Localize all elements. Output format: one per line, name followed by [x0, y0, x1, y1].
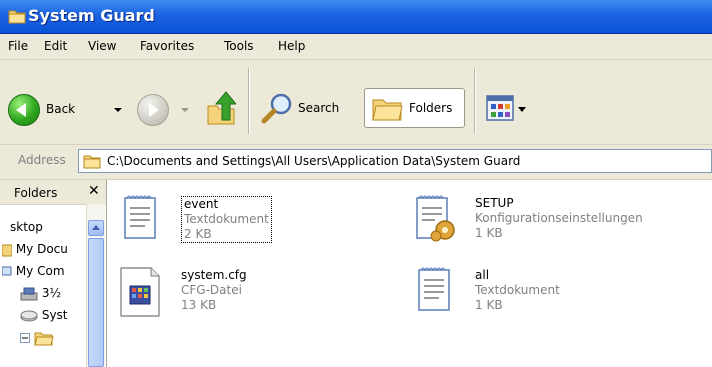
file-size: 1 KB	[475, 298, 503, 312]
title-bar[interactable]: System Guard	[0, 0, 712, 34]
views-button[interactable]	[485, 94, 535, 124]
file-name: all	[475, 268, 490, 282]
toolbar: Back Search Folders	[0, 60, 712, 145]
cfg-file-icon	[120, 267, 160, 317]
folder-open-icon	[34, 332, 54, 346]
folder-icon	[8, 10, 26, 24]
collapse-icon[interactable]	[20, 333, 30, 343]
file-list: event Textdokument 2 KB SETUP Konfigurat…	[107, 180, 712, 367]
folders-pane-header: Folders ✕	[0, 180, 106, 205]
forward-dropdown-icon[interactable]	[181, 108, 189, 112]
file-size: 2 KB	[184, 227, 212, 241]
close-icon[interactable]: ✕	[88, 183, 100, 199]
file-size: 13 KB	[181, 298, 217, 312]
tree-item-expanded-folder[interactable]	[20, 330, 54, 346]
magnifier-icon	[261, 93, 292, 124]
menu-edit[interactable]: Edit	[44, 39, 67, 53]
scroll-thumb[interactable]	[88, 238, 104, 367]
search-button[interactable]: Search	[258, 91, 354, 125]
scroll-up-icon[interactable]	[88, 220, 104, 236]
folder-icon	[83, 155, 101, 169]
floppy-drive-icon	[20, 287, 38, 300]
file-size: 1 KB	[475, 226, 503, 240]
folder-icon	[2, 244, 12, 256]
file-item-system-cfg[interactable]: system.cfg CFG-Datei 13 KB	[117, 264, 397, 330]
search-button-label: Search	[298, 101, 340, 115]
folder-up-icon[interactable]	[206, 90, 236, 126]
file-name: SETUP	[475, 196, 514, 210]
file-item-all[interactable]: all Textdokument 1 KB	[411, 264, 691, 330]
menu-view[interactable]: View	[88, 39, 116, 53]
forward-button[interactable]	[137, 94, 169, 126]
text-file-icon	[124, 195, 156, 239]
tree-item-floppy[interactable]: 3½	[20, 286, 61, 301]
tree-item-label: My Docu	[15, 242, 68, 256]
tree-item-my-documents[interactable]: My Docu	[2, 242, 68, 257]
menu-tools[interactable]: Tools	[224, 39, 254, 53]
address-label: Address	[18, 153, 66, 167]
folders-button-label: Folders	[409, 101, 453, 115]
text-file-icon	[418, 267, 450, 311]
menu-bar: File Edit View Favorites Tools Help	[0, 34, 712, 60]
folders-button[interactable]: Folders	[364, 88, 465, 128]
file-name: system.cfg	[181, 268, 247, 282]
views-icon	[486, 95, 526, 121]
tree-item-my-computer[interactable]: My Com	[2, 264, 65, 279]
file-item-event[interactable]: event Textdokument 2 KB	[117, 192, 397, 258]
back-dropdown-icon[interactable]	[114, 108, 122, 112]
file-type: CFG-Datei	[181, 283, 242, 297]
window-title: System Guard	[28, 6, 155, 25]
address-input[interactable]: C:\Documents and Settings\All Users\Appl…	[78, 149, 712, 173]
tree-item-label: sktop	[10, 220, 43, 234]
config-file-icon	[416, 195, 455, 242]
menu-file[interactable]: File	[8, 39, 28, 53]
back-arrow-icon	[8, 94, 40, 126]
explorer-window: System Guard File Edit View Favorites To…	[0, 0, 712, 367]
file-name: event	[184, 197, 219, 211]
file-type: Textdokument	[475, 283, 560, 297]
file-item-setup[interactable]: SETUP Konfigurationseinstellungen 1 KB	[411, 192, 691, 258]
address-bar: Address C:\Documents and Settings\All Us…	[0, 145, 712, 180]
menu-favorites[interactable]: Favorites	[140, 39, 194, 53]
tree-item-desktop[interactable]: sktop	[10, 220, 43, 234]
file-type: Textdokument	[184, 212, 269, 226]
hard-drive-icon	[20, 310, 38, 321]
tree-item-label: My Com	[15, 264, 65, 278]
folders-pane: Folders ✕ sktop My Docu My Com 3½ Syst	[0, 180, 107, 367]
menu-help[interactable]: Help	[278, 39, 305, 53]
folders-pane-title: Folders	[14, 186, 58, 200]
address-path: C:\Documents and Settings\All Users\Appl…	[107, 154, 521, 168]
folders-scrollbar[interactable]	[86, 204, 105, 367]
file-type: Konfigurationseinstellungen	[475, 211, 643, 225]
back-button-label: Back	[46, 102, 76, 116]
folders-icon	[372, 99, 403, 121]
computer-icon	[2, 266, 12, 275]
tree-item-label: Syst	[41, 308, 68, 322]
tree-item-label: 3½	[41, 286, 62, 300]
tree-item-system-drive[interactable]: Syst	[20, 308, 68, 323]
